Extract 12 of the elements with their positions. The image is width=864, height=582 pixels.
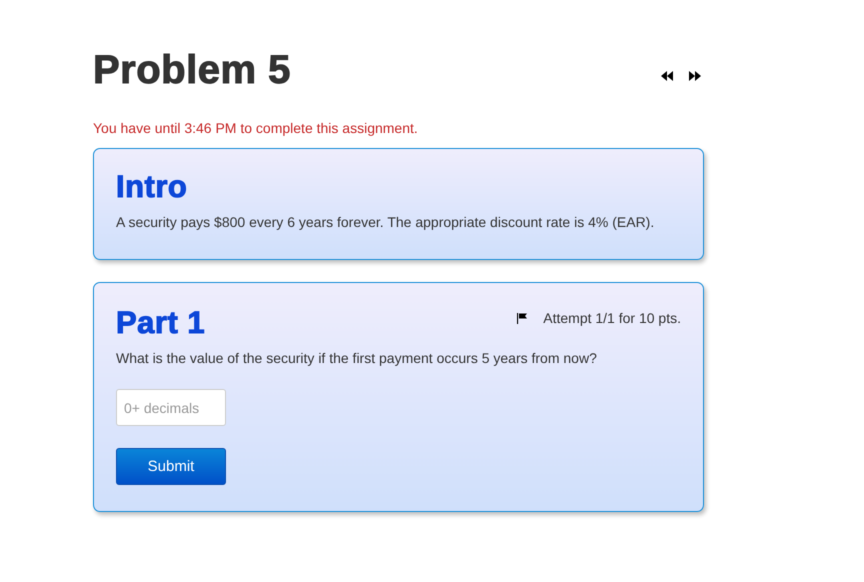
flag-icon[interactable] <box>517 312 528 324</box>
question-text: What is the value of the security if the first payment occurs 5 years from now? <box>116 349 598 368</box>
submit-button[interactable]: Submit <box>116 448 226 485</box>
intro-text: A security pays $800 every 6 years forever. The appropriate discount rate is 4% (EAR). <box>116 213 656 232</box>
answer-field[interactable]: 0+ decimals <box>116 389 226 426</box>
deadline-notice: You have until 3:46 PM to complete this assignment. <box>93 120 419 136</box>
previous-icon[interactable] <box>661 71 673 81</box>
attempt-info: Attempt 1/1 for 10 pts. <box>543 310 681 326</box>
intro-heading: Intro <box>116 169 188 205</box>
part-heading: Part 1 <box>116 305 206 341</box>
next-icon[interactable] <box>689 71 701 81</box>
problem-title: Problem 5 <box>93 47 291 94</box>
